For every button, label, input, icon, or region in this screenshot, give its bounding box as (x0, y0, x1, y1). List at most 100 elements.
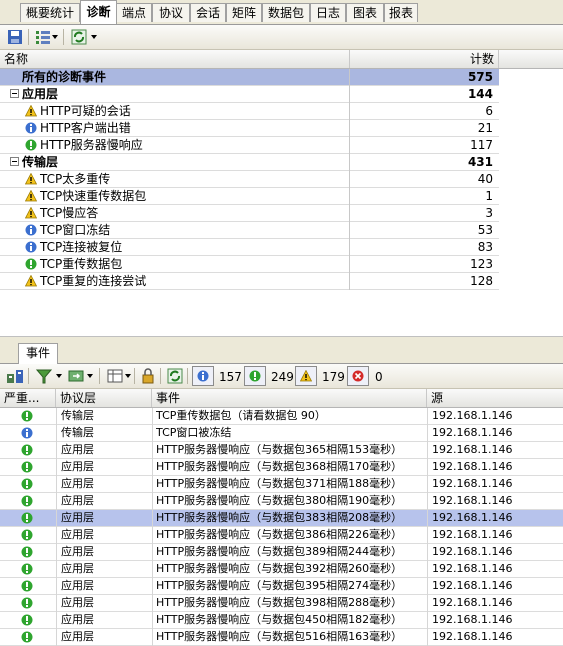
event-row[interactable]: 应用层 HTTP服务器慢响应（与数据包368相隔170毫秒） 192.168.1.1… (0, 459, 563, 476)
event-row[interactable]: 传输层 TCP重传数据包（请看数据包 90） 192.168.1.146 (0, 408, 563, 425)
row-label: TCP重复的连接尝试 (40, 274, 147, 288)
severity-column-header[interactable]: 严重... (0, 389, 56, 407)
event-row[interactable]: 应用层 HTTP服务器慢响应（与数据包398相隔288毫秒） 192.168.1.1… (0, 595, 563, 612)
ok-icon (21, 529, 33, 541)
dropdown-arrow-icon[interactable] (52, 35, 58, 39)
error-count: 0 (375, 370, 383, 384)
event-row[interactable]: 传输层 TCP窗口被冻结 192.168.1.146 (0, 425, 563, 442)
group-row[interactable]: 应用层 144 (0, 86, 499, 103)
event-column-header[interactable]: 事件 (152, 389, 427, 407)
row-label: TCP窗口冻结 (40, 223, 111, 237)
diagnosis-row[interactable]: TCP连接被复位 83 (0, 239, 499, 256)
event-row[interactable]: 应用层 HTTP服务器慢响应（与数据包383相隔208毫秒） 192.168.1.1… (0, 510, 563, 527)
network-icon[interactable] (6, 367, 24, 385)
event-layer: 应用层 (61, 562, 94, 575)
tab-7[interactable]: 日志 (310, 3, 346, 22)
error-filter-button[interactable] (347, 366, 369, 386)
event-text: HTTP服务器慢响应（与数据包516相隔163毫秒） (156, 630, 403, 643)
event-text: HTTP服务器慢响应（与数据包389相隔244毫秒） (156, 545, 403, 558)
event-source: 192.168.1.146 (432, 596, 513, 609)
refresh-icon[interactable] (166, 367, 184, 385)
filter-icon[interactable] (35, 367, 53, 385)
event-row[interactable]: 应用层 HTTP服务器慢响应（与数据包371相隔188毫秒） 192.168.1.1… (0, 476, 563, 493)
diagnosis-row[interactable]: TCP快速重传数据包 1 (0, 188, 499, 205)
collapse-icon[interactable] (10, 157, 19, 166)
tab-4[interactable]: 会话 (190, 3, 226, 22)
tab-1[interactable]: 诊断 (80, 0, 117, 24)
export-icon[interactable] (67, 367, 85, 385)
source-column-header[interactable]: 源 (427, 389, 563, 407)
ok-icon (21, 512, 33, 524)
diagnosis-row[interactable]: TCP太多重传 40 (0, 171, 499, 188)
ok-filter-button[interactable] (244, 366, 266, 386)
event-layer: 应用层 (61, 511, 94, 524)
ok-icon (21, 546, 33, 558)
diagnosis-row[interactable]: TCP重传数据包 123 (0, 256, 499, 273)
ok-icon (21, 410, 33, 422)
dropdown-arrow-icon[interactable] (125, 374, 131, 378)
row-count: 21 (477, 121, 493, 135)
row-label: TCP重传数据包 (40, 257, 123, 271)
ok-icon (21, 461, 33, 473)
event-text: HTTP服务器慢响应（与数据包371相隔188毫秒） (156, 477, 403, 490)
event-row[interactable]: 应用层 HTTP服务器慢响应（与数据包392相隔260毫秒） 192.168.1.1… (0, 561, 563, 578)
event-layer: 应用层 (61, 443, 94, 456)
event-row[interactable]: 应用层 HTTP服务器慢响应（与数据包450相隔182毫秒） 192.168.1.1… (0, 612, 563, 629)
event-row[interactable]: 应用层 HTTP服务器慢响应（与数据包395相隔274毫秒） 192.168.1.1… (0, 578, 563, 595)
event-layer: 应用层 (61, 528, 94, 541)
dropdown-arrow-icon[interactable] (91, 35, 97, 39)
tab-0[interactable]: 概要统计 (20, 3, 80, 22)
event-text: TCP窗口被冻结 (156, 426, 232, 439)
diagnosis-row[interactable]: HTTP客户端出错 21 (0, 120, 499, 137)
ok-icon (21, 495, 33, 507)
event-row[interactable]: 应用层 HTTP服务器慢响应（与数据包380相隔190毫秒） 192.168.1.1… (0, 493, 563, 510)
count-column-header[interactable]: 计数 (350, 50, 499, 68)
lock-icon[interactable] (139, 367, 157, 385)
tab-9[interactable]: 报表 (384, 3, 418, 22)
diagnosis-row[interactable]: TCP慢应答 3 (0, 205, 499, 222)
name-column-header[interactable]: 名称 (0, 50, 350, 68)
event-row[interactable]: 应用层 HTTP服务器慢响应（与数据包365相隔153毫秒） 192.168.1.1… (0, 442, 563, 459)
event-row[interactable]: 应用层 HTTP服务器慢响应（与数据包389相隔244毫秒） 192.168.1.1… (0, 544, 563, 561)
ok-icon (21, 563, 33, 575)
event-text: HTTP服务器慢响应（与数据包392相隔260毫秒） (156, 562, 403, 575)
ok-icon (25, 139, 37, 151)
collapse-icon[interactable] (10, 89, 19, 98)
event-layer: 应用层 (61, 494, 94, 507)
row-count: 575 (467, 70, 493, 84)
dropdown-arrow-icon[interactable] (87, 374, 93, 378)
event-layer: 应用层 (61, 579, 94, 592)
event-row[interactable]: 应用层 HTTP服务器慢响应（与数据包386相隔226毫秒） 192.168.1.1… (0, 527, 563, 544)
diagnosis-row[interactable]: TCP窗口冻结 53 (0, 222, 499, 239)
refresh-icon[interactable] (70, 28, 88, 46)
warning-filter-button[interactable] (295, 366, 317, 386)
event-source: 192.168.1.146 (432, 511, 513, 524)
save-icon[interactable] (6, 28, 24, 46)
row-count: 123 (470, 257, 493, 271)
layer-column-header[interactable]: 协议层 (56, 389, 152, 407)
dropdown-arrow-icon[interactable] (56, 374, 62, 378)
columns-icon[interactable] (106, 367, 124, 385)
event-layer: 应用层 (61, 630, 94, 643)
row-count: 53 (477, 223, 493, 237)
tab-2[interactable]: 端点 (116, 3, 152, 22)
diagnosis-row[interactable]: TCP重复的连接尝试 128 (0, 273, 499, 290)
total-row[interactable]: 所有的诊断事件 575 (0, 69, 499, 86)
diagnosis-row[interactable]: HTTP可疑的会话 6 (0, 103, 499, 120)
tab-3[interactable]: 协议 (152, 3, 190, 22)
diagnosis-row[interactable]: HTTP服务器慢响应 117 (0, 137, 499, 154)
info-filter-button[interactable] (192, 366, 214, 386)
tab-5[interactable]: 矩阵 (226, 3, 262, 22)
event-row[interactable]: 应用层 HTTP服务器慢响应（与数据包516相隔163毫秒） 192.168.1.1… (0, 629, 563, 646)
info-icon (25, 224, 37, 236)
tab-6[interactable]: 数据包 (262, 3, 310, 22)
info-icon (25, 241, 37, 253)
view-options-icon[interactable] (34, 28, 52, 46)
group-row[interactable]: 传输层 431 (0, 154, 499, 171)
tab-events[interactable]: 事件 (18, 343, 58, 364)
events-toolbar: 157 249 179 0 (0, 364, 563, 389)
warning-icon (25, 275, 37, 287)
row-label: HTTP服务器慢响应 (40, 138, 143, 152)
info-icon (21, 427, 33, 439)
tab-8[interactable]: 图表 (346, 3, 384, 22)
